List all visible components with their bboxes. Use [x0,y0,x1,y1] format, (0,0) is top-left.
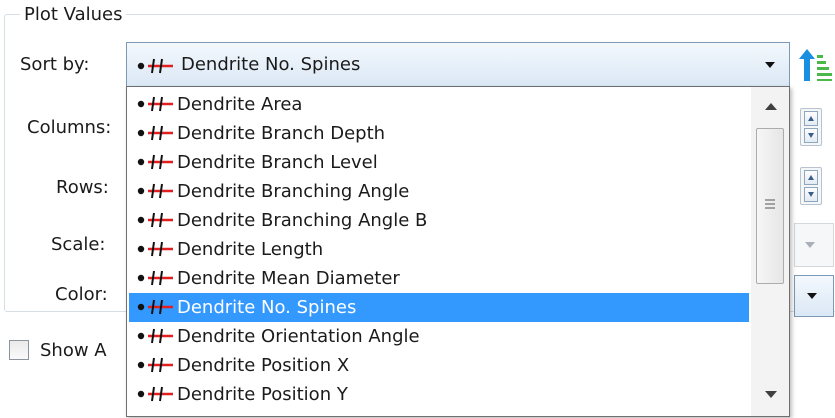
color-select[interactable] [794,275,834,317]
list-item-label: Dendrite Position X [177,355,350,376]
columns-label: Columns: [27,117,112,138]
scroll-down-icon[interactable] [765,391,777,398]
list-item[interactable]: Dendrite Branching Angle [129,177,749,206]
dendrite-icon [137,96,173,112]
list-item[interactable]: Dendrite Area [129,90,749,119]
scale-label: Scale: [51,234,106,255]
sort-by-label: Sort by: [20,54,90,75]
list-item-label: Dendrite Area [177,94,303,115]
dendrite-icon [137,183,173,199]
spin-down-icon[interactable] [804,187,818,202]
dropdown-scrollbar[interactable] [751,87,789,416]
list-item[interactable]: Dendrite Branch Level [129,148,749,177]
dendrite-icon [137,241,173,257]
list-item[interactable]: Dendrite Branch Depth [129,119,749,148]
scale-select[interactable] [794,223,834,267]
dendrite-icon [137,299,173,315]
dendrite-icon [137,270,173,286]
list-item[interactable]: Dendrite Position X [129,351,749,380]
dendrite-icon [137,386,173,402]
list-item[interactable]: Dendrite Branching Angle B [129,206,749,235]
scrollbar-thumb[interactable] [756,128,784,284]
spin-up-icon[interactable] [804,111,818,126]
grip-icon [765,199,775,209]
list-item-label: Dendrite Position Y [177,384,348,405]
list-item[interactable]: Dendrite Orientation Angle [129,322,749,351]
show-checkbox[interactable] [9,340,29,360]
group-title: Plot Values [20,5,127,25]
spin-up-icon[interactable] [804,170,818,185]
sort-by-dropdown-list[interactable]: Dendrite Area Dendrite Branch Depth Dend… [126,86,790,417]
list-item-selected[interactable]: Dendrite No. Spines [129,293,749,322]
list-item-label: Dendrite Branching Angle B [177,210,428,231]
list-item-label: Dendrite No. Spines [177,297,357,318]
dendrite-icon [137,357,173,373]
chevron-down-icon [765,62,775,68]
list-item-label: Dendrite Orientation Angle [177,326,420,347]
list-item-label: Dendrite Branch Level [177,152,378,173]
dendrite-icon [137,58,173,74]
dendrite-icon [137,328,173,344]
list-item-label: Dendrite Branch Depth [177,123,386,144]
sort-by-value: Dendrite No. Spines [181,54,361,75]
list-item[interactable]: Dendrite Length [129,235,749,264]
dendrite-icon [137,125,173,141]
list-item-label: Dendrite Mean Diameter [177,268,400,289]
spin-down-icon[interactable] [804,128,818,143]
scroll-up-icon[interactable] [765,103,777,110]
list-item-label: Dendrite Length [177,239,324,260]
dendrite-icon [137,212,173,228]
show-checkbox-label: Show A [40,340,107,361]
list-item[interactable]: Dendrite Mean Diameter [129,264,749,293]
rows-spinner[interactable] [800,167,822,205]
dendrite-icon [137,154,173,170]
rows-label: Rows: [56,177,109,198]
columns-spinner[interactable] [800,108,822,146]
color-label: Color: [55,284,108,305]
sort-order-button[interactable] [797,47,833,83]
list-item-label: Dendrite Branching Angle [177,181,410,202]
sort-by-combo[interactable]: Dendrite No. Spines [126,42,790,87]
list-item[interactable]: Dendrite Position Y [129,380,749,409]
